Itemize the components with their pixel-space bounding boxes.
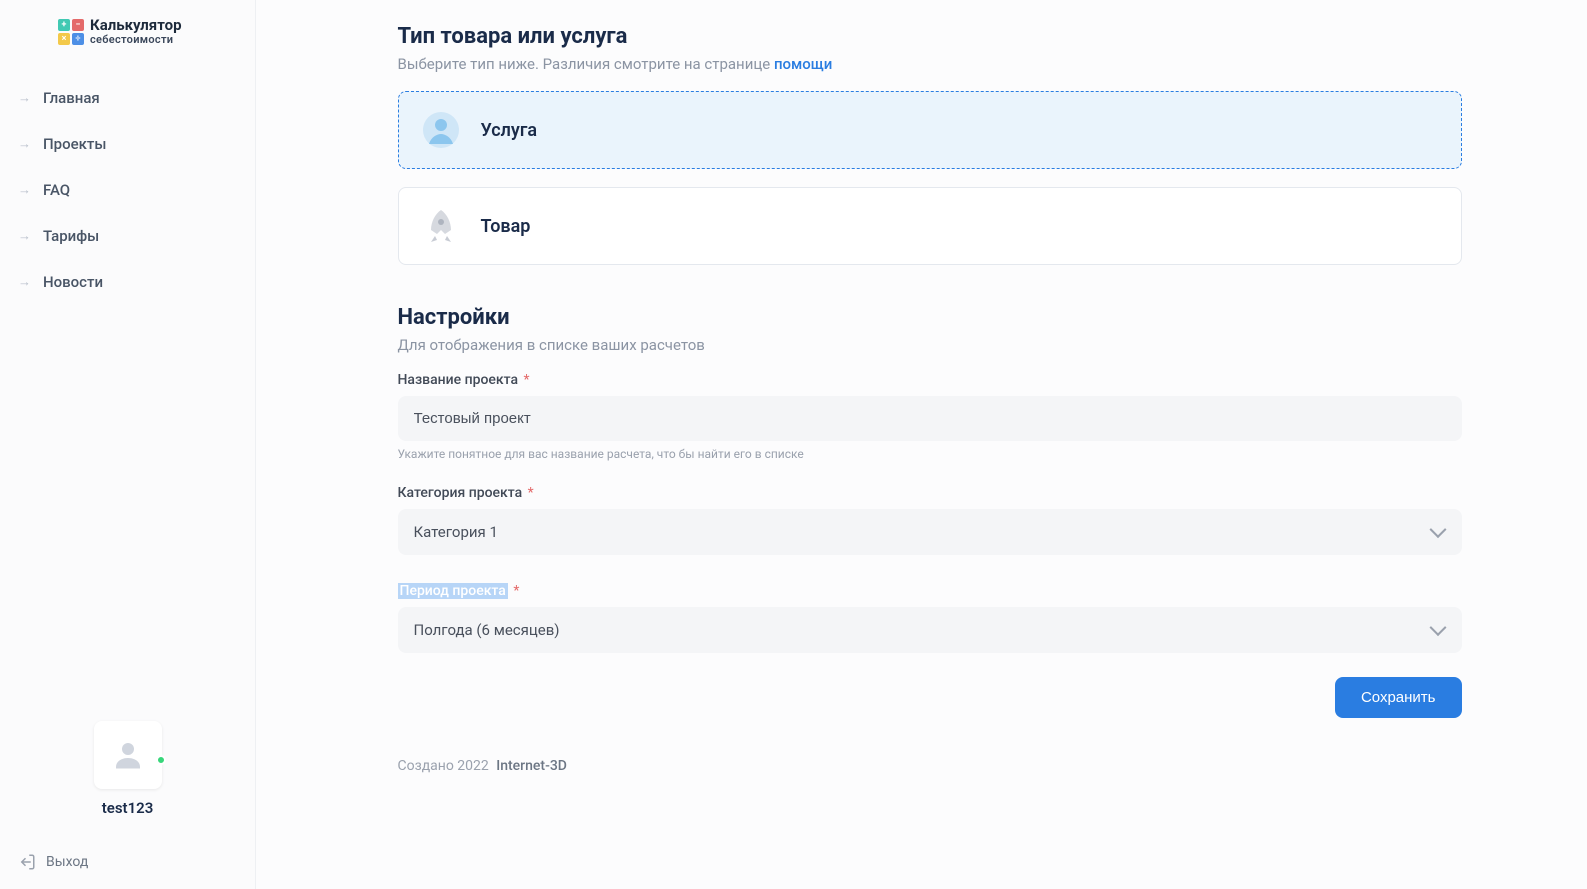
project-category-select[interactable]: Категория 1: [398, 509, 1462, 555]
type-section-subtitle: Выберите тип ниже. Различия смотрите на …: [398, 55, 1462, 73]
content: Тип товара или услуга Выберите тип ниже.…: [342, 0, 1502, 889]
sidebar-item-main[interactable]: → Главная: [0, 75, 255, 121]
sidebar-item-tariffs[interactable]: → Тарифы: [0, 213, 255, 259]
type-option-label: Услуга: [481, 120, 538, 141]
logo-line1: Калькулятор: [90, 18, 182, 34]
sidebar-item-projects[interactable]: → Проекты: [0, 121, 255, 167]
user-block: test123: [0, 721, 255, 835]
logo-line2: себестоимости: [90, 34, 182, 46]
required-mark: *: [513, 583, 519, 599]
arrow-right-icon: →: [18, 136, 31, 152]
person-circle-icon: [421, 110, 461, 150]
save-button[interactable]: Сохранить: [1335, 677, 1462, 718]
logo[interactable]: + − × ÷ Калькулятор себестоимости: [40, 18, 255, 65]
field-project-name: Название проекта * Укажите понятное для …: [398, 372, 1462, 461]
footer-created: Создано 2022: [398, 758, 489, 774]
type-section-title: Тип товара или услуга: [398, 24, 1462, 49]
avatar[interactable]: [94, 721, 162, 789]
settings-title: Настройки: [398, 305, 1462, 330]
logo-icon: + − × ÷: [58, 19, 84, 45]
project-period-select[interactable]: Полгода (6 месяцев): [398, 607, 1462, 653]
footer-brand[interactable]: Internet-3D: [496, 758, 567, 774]
project-name-input[interactable]: [398, 396, 1462, 441]
sidebar-item-label: FAQ: [43, 181, 70, 199]
nav: → Главная → Проекты → FAQ → Тарифы → Нов…: [0, 65, 255, 315]
required-mark: *: [528, 485, 534, 501]
main: Тип товара или услуга Выберите тип ниже.…: [256, 0, 1587, 889]
logout-button[interactable]: Выход: [0, 835, 255, 889]
label-text: Название проекта: [398, 372, 519, 388]
category-select-wrap: Категория 1: [398, 509, 1462, 555]
sidebar-item-label: Новости: [43, 273, 103, 291]
sidebar-item-faq[interactable]: → FAQ: [0, 167, 255, 213]
sidebar: + − × ÷ Калькулятор себестоимости → Глав…: [0, 0, 256, 889]
logo-text: Калькулятор себестоимости: [90, 18, 182, 45]
label-text: Период проекта: [398, 583, 508, 599]
project-category-label: Категория проекта *: [398, 485, 534, 501]
arrow-right-icon: →: [18, 182, 31, 198]
footer: Создано 2022 Internet-3D: [398, 758, 1462, 774]
project-name-hint: Укажите понятное для вас название расчет…: [398, 447, 1462, 461]
type-option-service[interactable]: Услуга: [398, 91, 1462, 169]
label-text: Категория проекта: [398, 485, 523, 501]
sidebar-item-label: Главная: [43, 89, 100, 107]
type-option-label: Товар: [481, 216, 531, 237]
rocket-icon: [421, 206, 461, 246]
period-select-wrap: Полгода (6 месяцев): [398, 607, 1462, 653]
settings-section: Настройки Для отображения в списке ваших…: [398, 305, 1462, 718]
logout-label: Выход: [46, 854, 88, 870]
logout-icon: [18, 853, 36, 871]
save-row: Сохранить: [398, 677, 1462, 718]
project-name-label: Название проекта *: [398, 372, 530, 388]
arrow-right-icon: →: [18, 274, 31, 290]
settings-subtitle: Для отображения в списке ваших расчетов: [398, 336, 1462, 354]
person-icon: [110, 737, 146, 773]
arrow-right-icon: →: [18, 228, 31, 244]
project-period-label: Период проекта *: [398, 583, 520, 599]
username: test123: [0, 799, 255, 817]
type-section: Тип товара или услуга Выберите тип ниже.…: [398, 24, 1462, 265]
arrow-right-icon: →: [18, 90, 31, 106]
sidebar-item-news[interactable]: → Новости: [0, 259, 255, 305]
online-dot-icon: [156, 755, 166, 765]
type-subtitle-text: Выберите тип ниже. Различия смотрите на …: [398, 55, 774, 73]
sidebar-item-label: Тарифы: [43, 227, 99, 245]
field-project-period: Период проекта * Полгода (6 месяцев): [398, 583, 1462, 653]
sidebar-item-label: Проекты: [43, 135, 106, 153]
help-link[interactable]: помощи: [774, 55, 832, 73]
type-option-product[interactable]: Товар: [398, 187, 1462, 265]
required-mark: *: [524, 372, 530, 388]
field-project-category: Категория проекта * Категория 1: [398, 485, 1462, 555]
